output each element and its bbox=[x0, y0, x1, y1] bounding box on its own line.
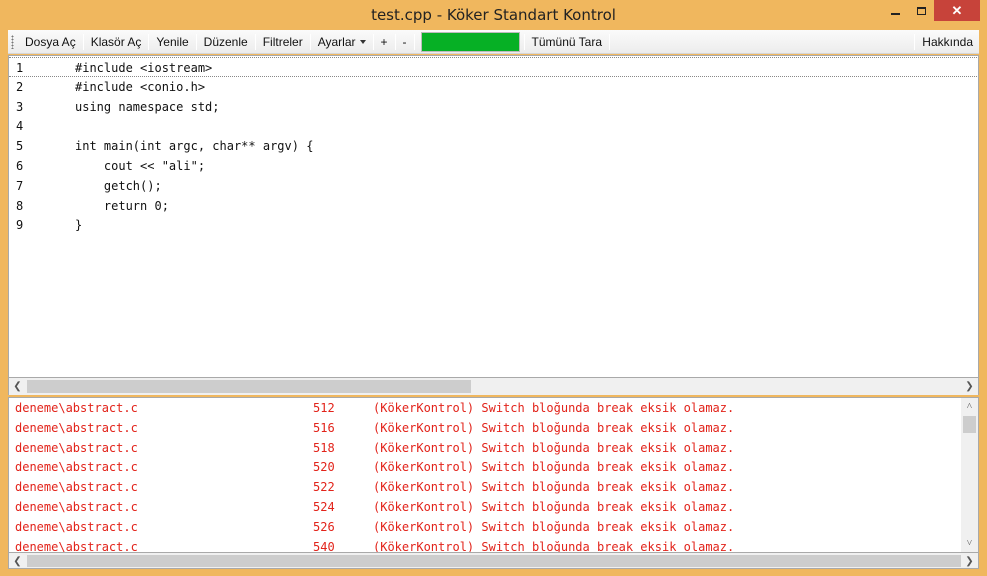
refresh-button[interactable]: Yenile bbox=[149, 32, 195, 52]
editor-scrollbar-thumb[interactable] bbox=[27, 380, 471, 393]
code-text[interactable]: using namespace std; bbox=[75, 97, 220, 117]
maximize-button[interactable] bbox=[908, 0, 934, 21]
minimize-icon bbox=[890, 12, 900, 15]
code-line[interactable]: 5 int main(int argc, char** argv) { bbox=[9, 136, 977, 156]
editor-horizontal-scrollbar[interactable]: ❮ ❯ bbox=[8, 378, 979, 395]
result-file: deneme\abstract.c bbox=[15, 500, 138, 514]
result-file: deneme\abstract.c bbox=[15, 440, 138, 455]
filters-button[interactable]: Filtreler bbox=[256, 32, 310, 52]
result-message: (KökerKontrol) Switch bloğunda break eks… bbox=[373, 420, 735, 435]
code-line[interactable]: 9} bbox=[9, 215, 977, 235]
result-line-number: 522 bbox=[313, 480, 335, 495]
result-line-number: 520 bbox=[313, 460, 335, 475]
code-text[interactable]: int main(int argc, char** argv) { bbox=[75, 136, 313, 156]
line-number: 1 bbox=[16, 61, 24, 75]
zoom-in-button[interactable]: + bbox=[374, 32, 395, 52]
results-scrollbar-thumb[interactable] bbox=[963, 416, 976, 433]
title-bar[interactable]: test.cpp - Köker Standart Kontrol ✕ bbox=[0, 0, 987, 30]
code-line[interactable]: 1 #include <iostream> bbox=[9, 57, 977, 77]
result-message: (KökerKontrol) Switch bloğunda break eks… bbox=[373, 440, 735, 455]
code-text[interactable]: return 0; bbox=[75, 196, 169, 216]
settings-label: Ayarlar bbox=[317, 34, 356, 49]
toolbar-separator bbox=[609, 33, 611, 50]
scroll-right-icon[interactable]: ❯ bbox=[961, 378, 978, 395]
code-line[interactable]: 8 return 0; bbox=[9, 196, 977, 216]
code-text[interactable]: getch(); bbox=[75, 176, 162, 196]
result-message: (KökerKontrol) Switch bloğunda break eks… bbox=[373, 401, 735, 415]
result-line-number: 518 bbox=[313, 440, 335, 455]
code-line[interactable]: 4 bbox=[9, 116, 977, 136]
scan-progress-bar bbox=[420, 31, 520, 52]
results-horizontal-scrollbar[interactable]: ❮ ❯ bbox=[8, 553, 979, 569]
scroll-up-icon[interactable]: ˄ bbox=[961, 398, 978, 415]
maximize-icon bbox=[916, 6, 926, 15]
result-line-number: 524 bbox=[313, 500, 335, 514]
zoom-out-button[interactable]: - bbox=[396, 32, 414, 52]
result-line-number: 526 bbox=[313, 519, 335, 534]
minimize-button[interactable] bbox=[882, 0, 908, 21]
result-line-number: 540 bbox=[313, 539, 335, 553]
code-line[interactable]: 3 using namespace std; bbox=[9, 97, 977, 117]
result-file: deneme\abstract.c bbox=[15, 460, 138, 475]
app-window: test.cpp - Köker Standart Kontrol ✕ Dosy… bbox=[0, 0, 987, 576]
scroll-left-icon[interactable]: ❮ bbox=[9, 553, 26, 569]
line-number: 7 bbox=[16, 178, 24, 193]
code-line[interactable]: 6 cout << "ali"; bbox=[9, 156, 977, 176]
scroll-left-icon[interactable]: ❮ bbox=[9, 378, 26, 395]
edit-button[interactable]: Düzenle bbox=[197, 32, 255, 52]
result-file: deneme\abstract.c bbox=[15, 401, 138, 415]
result-message: (KökerKontrol) Switch bloğunda break eks… bbox=[373, 480, 735, 495]
close-button[interactable]: ✕ bbox=[934, 0, 980, 21]
code-line[interactable]: 2 #include <conio.h> bbox=[9, 77, 977, 97]
open-folder-button[interactable]: Klasör Aç bbox=[84, 32, 149, 52]
code-editor[interactable]: 1 #include <iostream> 2 #include <conio.h> 3… bbox=[8, 55, 979, 378]
toolbar-separator bbox=[413, 33, 415, 50]
code-line[interactable]: 7 getch(); bbox=[9, 176, 977, 196]
result-file: deneme\abstract.c bbox=[15, 519, 138, 534]
scroll-down-icon[interactable]: ˅ bbox=[961, 535, 978, 552]
result-message: (KökerKontrol) Switch bloğunda break eks… bbox=[373, 519, 735, 534]
code-text[interactable]: } bbox=[75, 215, 82, 235]
result-line-number: 512 bbox=[313, 401, 335, 415]
result-line-number: 516 bbox=[313, 420, 335, 435]
line-number: 5 bbox=[16, 139, 24, 154]
close-icon: ✕ bbox=[951, 2, 963, 18]
result-file: deneme\abstract.c bbox=[15, 480, 138, 495]
code-text[interactable]: cout << "ali"; bbox=[75, 156, 205, 176]
toolbar: Dosya Aç Klasör Aç Yenile Düzenle Filtre… bbox=[8, 30, 979, 54]
open-file-button[interactable]: Dosya Aç bbox=[18, 32, 83, 52]
line-number: 3 bbox=[16, 99, 24, 114]
scroll-right-icon[interactable]: ❯ bbox=[961, 553, 978, 569]
line-number: 9 bbox=[16, 218, 24, 233]
line-number: 4 bbox=[16, 119, 24, 134]
result-message: (KökerKontrol) Switch bloğunda break eks… bbox=[373, 500, 735, 514]
window-title: test.cpp - Köker Standart Kontrol bbox=[371, 6, 616, 24]
code-text[interactable]: #include <iostream> bbox=[75, 58, 212, 78]
scan-all-button[interactable]: Tümünü Tara bbox=[525, 32, 609, 52]
line-number: 2 bbox=[16, 79, 24, 94]
results-vertical-scrollbar[interactable]: ˄ ˅ bbox=[961, 398, 978, 552]
about-button[interactable]: Hakkında bbox=[915, 32, 979, 52]
results-hscroll-thumb[interactable] bbox=[27, 555, 961, 567]
code-text[interactable]: #include <conio.h> bbox=[75, 77, 205, 97]
toolbar-grip-icon[interactable] bbox=[11, 34, 14, 49]
result-file: deneme\abstract.c bbox=[15, 420, 138, 435]
results-panel[interactable]: deneme\abstract.c 540 (KökerKontrol) Switc… bbox=[8, 397, 979, 553]
settings-dropdown[interactable]: Ayarlar bbox=[311, 32, 373, 52]
result-message: (KökerKontrol) Switch bloğunda break eks… bbox=[373, 539, 735, 553]
result-file: deneme\abstract.c bbox=[15, 539, 138, 553]
result-message: (KökerKontrol) Switch bloğunda break eks… bbox=[373, 460, 735, 475]
chevron-down-icon bbox=[359, 40, 366, 45]
line-number: 8 bbox=[16, 198, 24, 213]
line-number: 6 bbox=[16, 159, 24, 173]
